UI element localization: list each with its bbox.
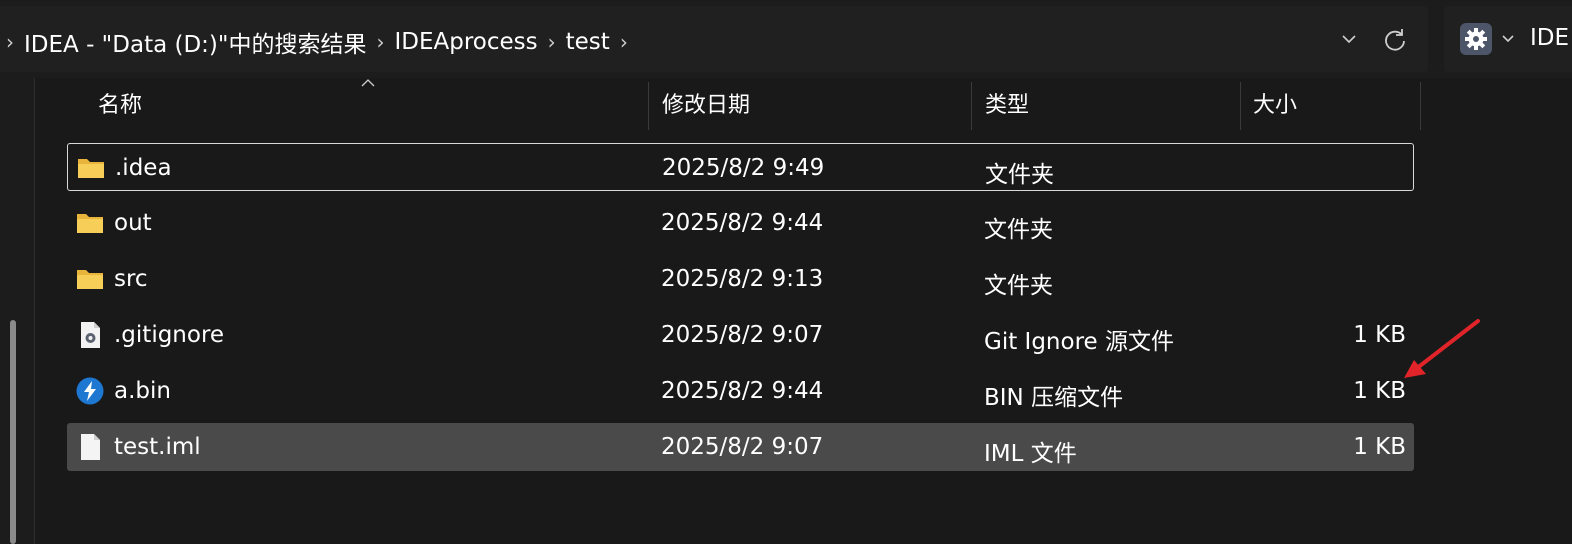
address-bar[interactable]: › IDEA - "Data (D:)"中的搜索结果 › IDEAprocess…	[0, 6, 1428, 72]
chevron-down-icon[interactable]	[1498, 29, 1518, 49]
refresh-icon[interactable]	[1381, 26, 1409, 54]
breadcrumb: › IDEA - "Data (D:)"中的搜索结果 › IDEAprocess…	[6, 25, 638, 59]
file-size: 1 KB	[1353, 378, 1406, 404]
file-modified: 2025/8/2 9:13	[661, 266, 824, 292]
breadcrumb-item-search-results[interactable]: IDEA - "Data (D:)"中的搜索结果	[24, 25, 366, 59]
document-icon	[81, 434, 100, 460]
file-modified: 2025/8/2 9:07	[661, 434, 824, 460]
file-type: IML 文件	[984, 441, 1077, 467]
top-toolbar: › IDEA - "Data (D:)"中的搜索结果 › IDEAprocess…	[0, 0, 1572, 78]
breadcrumb-item-test[interactable]: test	[566, 29, 610, 55]
chevron-down-icon[interactable]	[1338, 28, 1360, 50]
folder-icon	[78, 159, 104, 178]
file-type: BIN 压缩文件	[984, 385, 1124, 411]
breadcrumb-item-ideaprocess[interactable]: IDEAprocess	[394, 29, 537, 55]
file-name: out	[114, 210, 152, 236]
search-box[interactable]: IDE	[1444, 6, 1572, 72]
file-type: 文件夹	[985, 162, 1054, 188]
file-modified: 2025/8/2 9:44	[661, 378, 824, 404]
file-row[interactable]: .idea 2025/8/2 9:49 文件夹	[67, 143, 1414, 191]
file-row[interactable]: test.iml 2025/8/2 9:07 IML 文件 1 KB	[67, 423, 1414, 471]
scrollbar-thumb[interactable]	[10, 320, 16, 544]
annotation-arrow-icon	[1404, 319, 1480, 378]
file-name: .idea	[115, 155, 172, 181]
column-header-modified[interactable]: 修改日期	[662, 78, 750, 130]
file-name: a.bin	[114, 378, 171, 404]
gear-file-icon	[81, 322, 100, 348]
chevron-right-icon[interactable]: ›	[6, 30, 14, 54]
column-divider[interactable]	[1240, 82, 1241, 130]
file-size: 1 KB	[1353, 322, 1406, 348]
column-header-name[interactable]: 名称	[98, 78, 142, 130]
gear-icon	[1465, 28, 1487, 50]
navigation-pane	[0, 78, 35, 544]
sort-ascending-icon	[361, 79, 375, 87]
search-options-button[interactable]	[1460, 23, 1492, 55]
file-name: .gitignore	[114, 322, 225, 348]
file-type: 文件夹	[984, 273, 1053, 299]
column-headers: 名称 修改日期 类型 大小	[35, 78, 1421, 130]
file-type: 文件夹	[984, 217, 1053, 243]
file-modified: 2025/8/2 9:49	[662, 155, 825, 181]
chevron-right-icon[interactable]: ›	[376, 30, 384, 54]
file-size: 1 KB	[1353, 434, 1406, 460]
folder-icon	[77, 270, 103, 289]
chevron-right-icon[interactable]: ›	[620, 30, 628, 54]
file-row[interactable]: src 2025/8/2 9:13 文件夹	[67, 255, 1414, 303]
chevron-right-icon[interactable]: ›	[548, 30, 556, 54]
column-divider[interactable]	[648, 82, 649, 130]
file-row[interactable]: out 2025/8/2 9:44 文件夹	[67, 199, 1414, 247]
column-divider[interactable]	[971, 82, 972, 130]
file-modified: 2025/8/2 9:07	[661, 322, 824, 348]
archive-app-icon	[76, 377, 104, 405]
file-row[interactable]: a.bin 2025/8/2 9:44 BIN 压缩文件 1 KB	[67, 367, 1414, 415]
search-input[interactable]: IDE	[1530, 25, 1569, 51]
file-row[interactable]: .gitignore 2025/8/2 9:07 Git Ignore 源文件 …	[67, 311, 1414, 359]
column-header-size[interactable]: 大小	[1253, 78, 1297, 130]
column-divider[interactable]	[1420, 82, 1421, 130]
file-modified: 2025/8/2 9:44	[661, 210, 824, 236]
folder-icon	[77, 214, 103, 233]
file-name: src	[114, 266, 148, 292]
file-name: test.iml	[114, 434, 201, 460]
file-type: Git Ignore 源文件	[984, 329, 1174, 355]
column-header-type[interactable]: 类型	[985, 78, 1029, 130]
